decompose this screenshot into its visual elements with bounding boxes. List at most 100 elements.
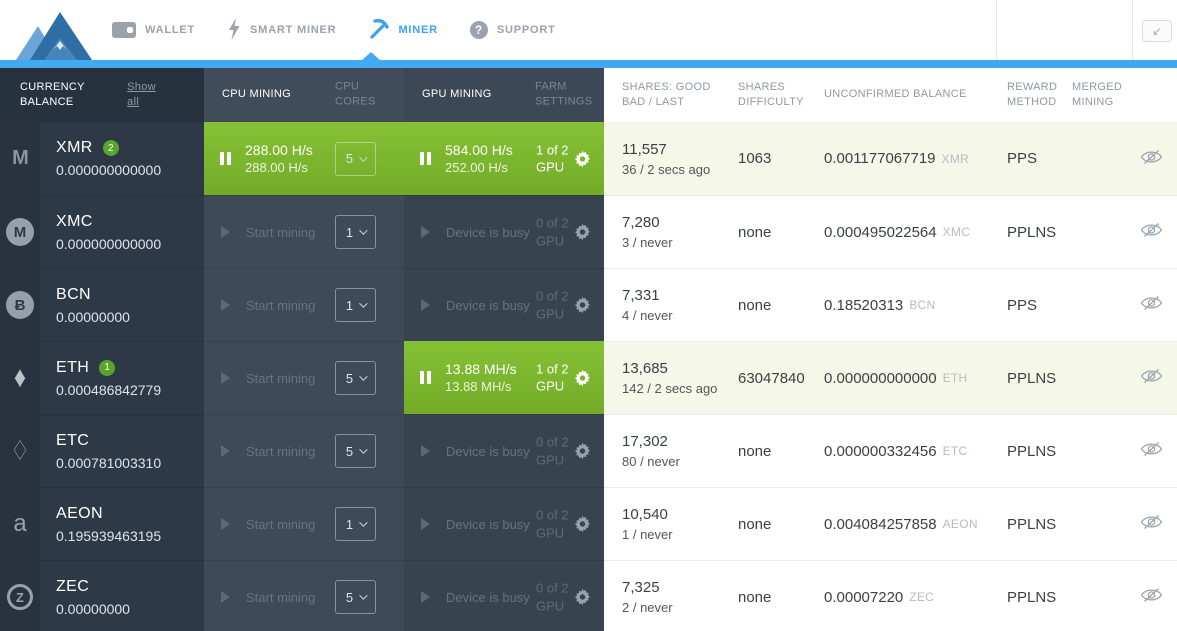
cpu-mining-cell[interactable]: 288.00 H/s 288.00 H/s 5 (204, 122, 404, 195)
gpu-devices-unit: GPU (536, 159, 565, 175)
nav-item-wallet[interactable]: WALLET (112, 22, 195, 38)
cpu-cores-select[interactable]: 5 (335, 434, 376, 468)
gear-icon[interactable] (574, 150, 591, 167)
play-icon[interactable] (221, 372, 230, 384)
shares-bad-last: 80 / never (622, 454, 680, 469)
gpu-mining-cell[interactable]: Device is busy 0 of 2 GPU (404, 560, 604, 631)
coin-name: AEON (56, 504, 103, 522)
main-nav: WALLET SMART MINER MINER ? SUPPORT (112, 0, 556, 60)
gear-icon[interactable] (574, 515, 591, 533)
coin-name: ETC (56, 431, 90, 449)
pause-icon[interactable] (420, 152, 431, 165)
eye-off-icon[interactable] (1140, 295, 1163, 315)
cpu-mining-cell[interactable]: Start mining 1 (204, 268, 404, 341)
gpu-hashrate-current: 252.00 H/s (445, 160, 508, 175)
play-icon[interactable] (221, 591, 230, 603)
eye-off-icon[interactable] (1140, 441, 1163, 461)
shares-difficulty-cell: 63047840 (738, 341, 824, 414)
cpu-cores-select[interactable]: 5 (335, 361, 376, 395)
play-icon[interactable] (421, 591, 430, 603)
nav-item-support[interactable]: ? SUPPORT (469, 21, 556, 39)
cpu-cores-select[interactable]: 1 (335, 507, 376, 541)
shares-difficulty-cell: 1063 (738, 122, 824, 195)
pause-icon[interactable] (220, 152, 231, 165)
coin-icon: ♦ (13, 360, 27, 395)
coin-icon-strip: ♦ (0, 342, 40, 414)
play-icon[interactable] (421, 445, 430, 457)
gpu-mining-cell[interactable]: Device is busy 0 of 2 GPU (404, 487, 604, 560)
coin-balance: 0.195939463195 (56, 527, 162, 544)
cpu-idle-state: Start mining (204, 517, 315, 532)
play-icon[interactable] (421, 518, 430, 530)
nav-item-miner[interactable]: MINER (368, 18, 437, 42)
gpu-devices-unit: GPU (536, 306, 565, 321)
shares-bad-last: 36 / 2 secs ago (622, 161, 711, 177)
nav-item-smart-miner[interactable]: SMART MINER (227, 17, 336, 43)
shares-cell: 7,331 4 / never (604, 268, 738, 341)
gpu-mining-cell[interactable]: 584.00 H/s 252.00 H/s 1 of 2 GPU (404, 122, 604, 195)
gear-icon[interactable] (574, 369, 591, 386)
gpu-device-count: 0 of 2 GPU (536, 579, 569, 614)
play-icon[interactable] (421, 226, 430, 238)
table-header: CURRENCY BALANCE Show all CPU MINING CPU… (0, 68, 1177, 122)
gear-icon[interactable] (574, 442, 591, 460)
minergate-logo (12, 8, 94, 65)
eye-off-icon[interactable] (1140, 587, 1163, 607)
gpu-idle-state: Device is busy (404, 590, 530, 605)
gear-icon[interactable] (574, 223, 591, 241)
shares-good: 7,331 (622, 287, 660, 304)
cpu-cores-select[interactable]: 5 (335, 141, 376, 176)
cpu-mining-cell[interactable]: Start mining 5 (204, 414, 404, 487)
cpu-cores-select[interactable]: 1 (335, 215, 376, 249)
gpu-mining-cell[interactable]: Device is busy 0 of 2 GPU (404, 268, 604, 341)
coin-icon: a (13, 510, 27, 537)
gpu-hashrate: 584.00 H/s (445, 142, 513, 158)
chevron-down-icon (359, 445, 368, 454)
header-unconfirmed-balance: UNCONFIRMED BALANCE (824, 88, 967, 101)
show-all-link[interactable]: Show all (127, 80, 166, 111)
eye-off-icon[interactable] (1140, 222, 1163, 242)
miner-app-window: WALLET SMART MINER MINER ? SUPPORT ↙ CUR… (0, 0, 1177, 631)
pause-icon[interactable] (420, 371, 431, 384)
cpu-mining-cell[interactable]: Start mining 5 (204, 341, 404, 414)
reward-method-value: PPS (1007, 296, 1038, 314)
shares-difficulty-cell: none (738, 487, 824, 560)
gpu-device-count: 0 of 2 GPU (536, 287, 569, 322)
chevron-down-icon (359, 299, 368, 308)
shares-good: 7,280 (622, 214, 660, 231)
play-icon[interactable] (221, 518, 230, 530)
play-icon[interactable] (421, 299, 430, 311)
gpu-mining-cell[interactable]: 13.88 MH/s 13.88 MH/s 1 of 2 GPU (404, 341, 604, 414)
play-icon[interactable] (221, 226, 230, 238)
gpu-mining-cell[interactable]: Device is busy 0 of 2 GPU (404, 414, 604, 487)
eye-off-icon[interactable] (1140, 149, 1163, 169)
gpu-mining-cell[interactable]: Device is busy 0 of 2 GPU (404, 195, 604, 268)
cpu-cores-select[interactable]: 5 (335, 580, 376, 614)
currency-cell: M XMC 0.000000000000 (0, 195, 204, 268)
shares-difficulty-value: none (738, 442, 772, 460)
cpu-cores-select[interactable]: 1 (335, 288, 376, 322)
cpu-mining-cell[interactable]: Start mining 1 (204, 487, 404, 560)
coin-balance: 0.000000000000 (56, 235, 162, 252)
gpu-devices-value: 0 of 2 (536, 580, 569, 596)
reward-method-cell: PPLNS (1007, 195, 1072, 268)
eye-off-icon[interactable] (1140, 514, 1163, 534)
cpu-mining-cell[interactable]: Start mining 1 (204, 195, 404, 268)
cpu-cores-value: 5 (345, 589, 354, 605)
reward-method-cell: PPS (1007, 268, 1072, 341)
collapse-window-button[interactable]: ↙ (1142, 20, 1172, 42)
cpu-mining-cell[interactable]: Start mining 5 (204, 560, 404, 631)
unconfirmed-currency: XMC (942, 225, 971, 239)
gear-icon[interactable] (574, 296, 591, 314)
play-icon[interactable] (221, 445, 230, 457)
shares-cell: 7,325 2 / never (604, 560, 738, 631)
cpu-idle-state: Start mining (204, 225, 315, 240)
eye-off-icon[interactable] (1140, 368, 1163, 388)
header-reward-method: REWARD METHOD (1007, 80, 1058, 108)
gpu-mining-state: 584.00 H/s 252.00 H/s (404, 142, 513, 175)
gear-icon[interactable] (574, 588, 591, 606)
unconfirmed-amount: 0.00007220 (824, 588, 904, 606)
table-row: ♢ ETC 0.000781003310 Start mining 5 Devi… (0, 414, 1177, 487)
gpu-devices-value: 1 of 2 (536, 360, 569, 376)
play-icon[interactable] (221, 299, 230, 311)
